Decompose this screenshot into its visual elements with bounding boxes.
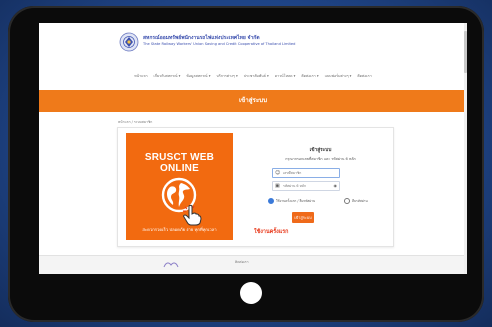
- password-field[interactable]: ▣ ◉: [272, 181, 340, 191]
- nav-item-home[interactable]: หน้าแรก: [134, 71, 147, 81]
- page-title: เข้าสู่ระบบ: [238, 97, 268, 104]
- browser-screen: สหกรณ์ออมทรัพย์พนักงานรถไฟแห่งประเทศไทย …: [39, 23, 467, 274]
- site-header: สหกรณ์ออมทรัพย์พนักงานรถไฟแห่งประเทศไทย …: [39, 23, 467, 65]
- promo-title: SRUSCT WEB ONLINE: [144, 152, 215, 174]
- radio-forgot[interactable]: [344, 198, 350, 204]
- lock-icon: ▣: [275, 183, 280, 189]
- scrollbar-thumb[interactable]: [464, 31, 467, 73]
- nav-item-about[interactable]: เกี่ยวกับสหกรณ์: [154, 71, 181, 81]
- promo-subtitle: สะดวกรวดเร็ว ปลอดภัย ง่าย ทุกที่ทุกเวลา: [142, 227, 217, 232]
- login-form: เข้าสู่ระบบ กรุณากรอกเลขที่สมาชิก และ รห…: [258, 136, 383, 236]
- username-input[interactable]: [283, 169, 329, 177]
- nav-item-forms[interactable]: แบบฟอร์มต่างๆ: [325, 71, 352, 81]
- option-first-use-label: ใช้งานครั้งแรก / ลืมรหัสผ่าน: [276, 198, 316, 203]
- nav-item-services[interactable]: บริการต่างๆ: [217, 71, 238, 81]
- footer-text[interactable]: ติดต่อเรา: [235, 260, 249, 265]
- nav-item-download[interactable]: ดาวน์โหลด: [275, 71, 296, 81]
- user-icon: ☺: [275, 170, 281, 176]
- option-forgot-label: ลืมรหัสผ่าน: [352, 198, 368, 203]
- option-forgot[interactable]: ลืมรหัสผ่าน: [344, 198, 368, 204]
- nav-item-info[interactable]: ข้อมูลสหกรณ์: [186, 71, 210, 81]
- org-name-thai: สหกรณ์ออมทรัพย์พนักงานรถไฟแห่งประเทศไทย …: [143, 35, 260, 41]
- org-name-english: The State Railway Workers' Union Saving …: [143, 42, 296, 46]
- nav-item-contact-menu[interactable]: ติดต่อเรา: [301, 71, 318, 81]
- main-nav: หน้าแรก เกี่ยวกับสหกรณ์ ข้อมูลสหกรณ์ บริ…: [39, 71, 467, 81]
- promo-card: SRUSCT WEB ONLINE สะดวกรวดเร็ว ปลอดภัย ง…: [126, 133, 233, 240]
- login-options: ใช้งานครั้งแรก / ลืมรหัสผ่าน ลืมรหัสผ่าน: [262, 198, 382, 204]
- login-title: เข้าสู่ระบบ: [309, 148, 332, 153]
- first-use-callout: ใช้งานครั้งแรก: [254, 229, 289, 235]
- login-button[interactable]: เข้าสู่ระบบ: [292, 212, 314, 223]
- eye-icon[interactable]: ◉: [334, 183, 338, 189]
- org-seal-icon: [119, 32, 139, 52]
- radio-first-use[interactable]: [268, 198, 274, 204]
- username-field[interactable]: ☺: [272, 168, 340, 178]
- scrollbar[interactable]: [464, 23, 467, 274]
- pointing-hand-icon: [183, 204, 202, 226]
- footer-logo-icon: [163, 262, 179, 268]
- breadcrumb[interactable]: หน้าแรก / ระบบสมาชิก: [118, 120, 152, 125]
- nav-item-news[interactable]: ประชาสัมพันธ์: [244, 71, 269, 81]
- nav-item-contact[interactable]: ติดต่อเรา: [357, 71, 371, 81]
- page-banner: เข้าสู่ระบบ: [39, 90, 467, 112]
- login-hint: กรุณากรอกเลขที่สมาชิก และ รหัสผ่าน 6 หลั…: [285, 157, 356, 161]
- home-button[interactable]: [240, 282, 262, 304]
- site-footer: ติดต่อเรา: [39, 255, 467, 274]
- option-first-use[interactable]: ใช้งานครั้งแรก / ลืมรหัสผ่าน: [268, 198, 315, 204]
- password-input[interactable]: [283, 182, 329, 190]
- tablet-frame: สหกรณ์ออมทรัพย์พนักงานรถไฟแห่งประเทศไทย …: [8, 6, 484, 322]
